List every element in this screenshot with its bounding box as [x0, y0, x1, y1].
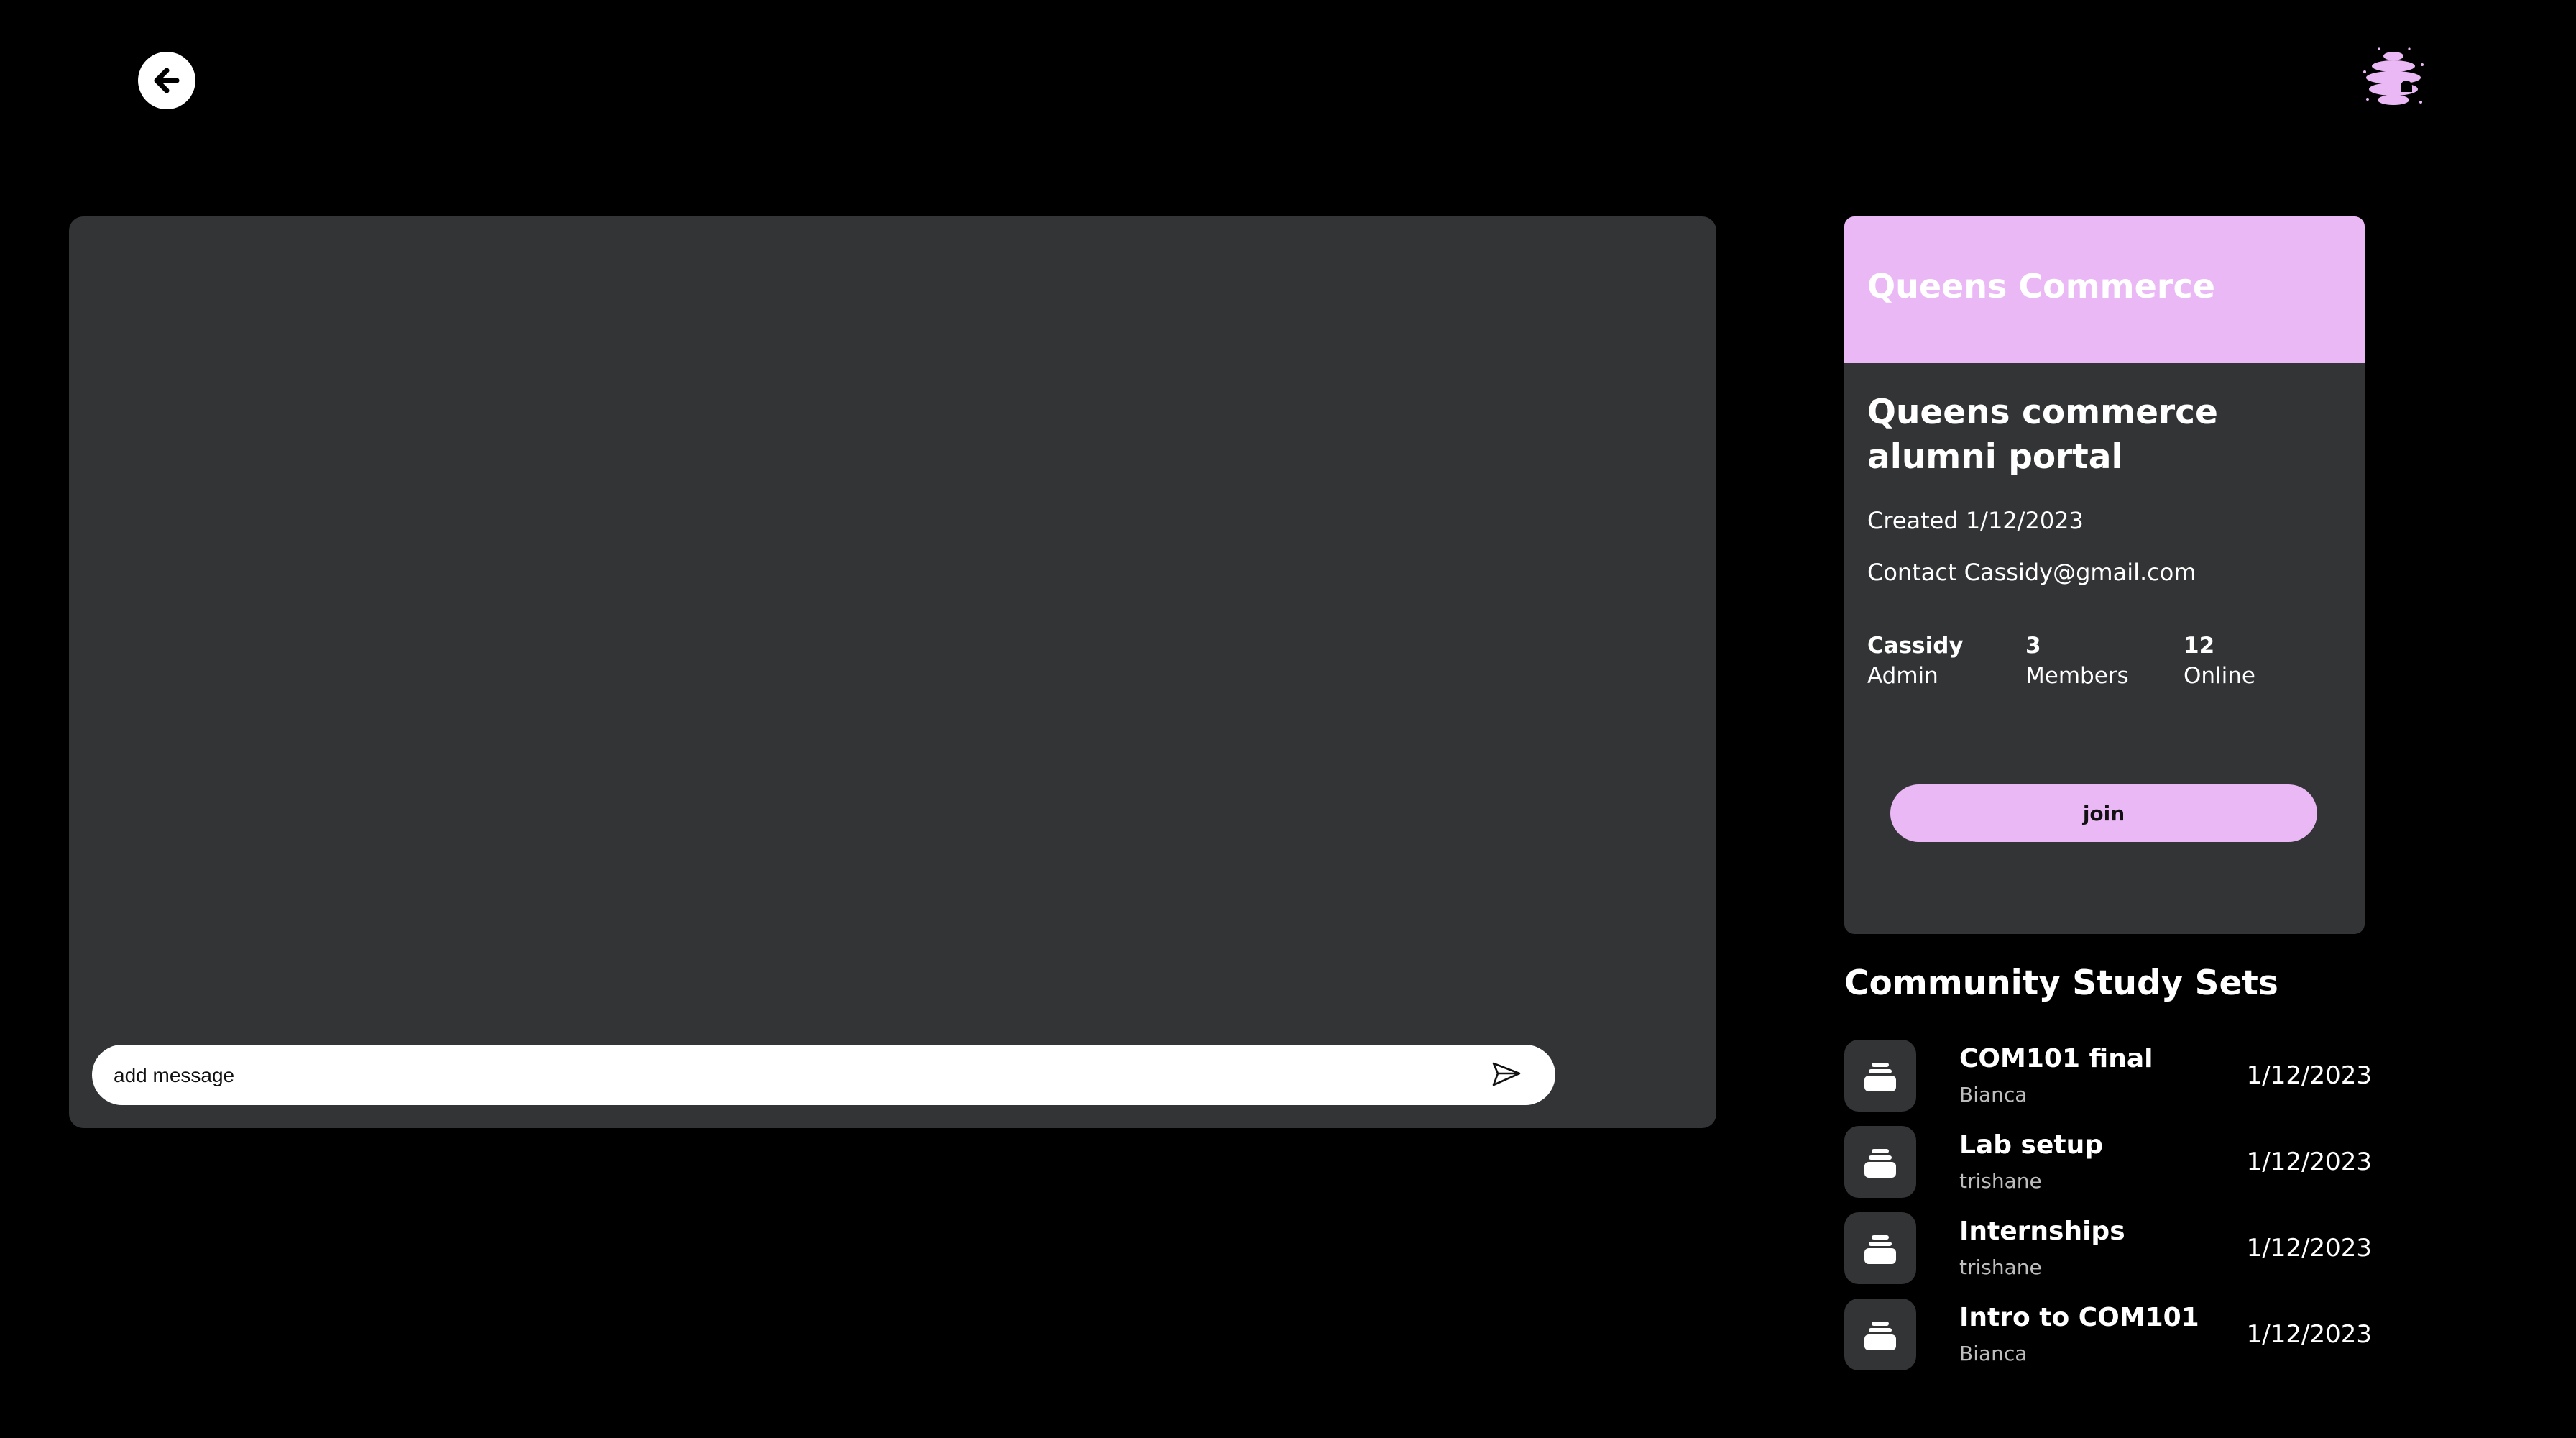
- back-button[interactable]: [138, 52, 196, 109]
- community-card: Queens Commerce Queens commerce alumni p…: [1844, 216, 2365, 934]
- card-stack-icon: [1864, 1063, 1896, 1091]
- stat-members: 3 Members: [2025, 631, 2129, 691]
- study-set-icon-tile: [1844, 1212, 1916, 1284]
- stat-admin: Cassidy Admin: [1867, 631, 1964, 691]
- chat-panel: [69, 216, 1716, 1128]
- study-set-icon-tile: [1844, 1040, 1916, 1112]
- study-set-item[interactable]: Intro to COM101 Bianca 1/12/2023: [1844, 1299, 2372, 1370]
- study-set-date: 1/12/2023: [2246, 1320, 2372, 1349]
- stat-label: Online: [2184, 663, 2255, 689]
- study-set-author: trishane: [1959, 1169, 2042, 1193]
- stat-label: Admin: [1867, 663, 1938, 689]
- study-set-author: Bianca: [1959, 1342, 2028, 1365]
- study-sets-heading: Community Study Sets: [1844, 963, 2278, 1003]
- stat-value: 12: [2184, 633, 2215, 659]
- study-set-date: 1/12/2023: [2246, 1061, 2372, 1090]
- study-set-item[interactable]: Lab setup trishane 1/12/2023: [1844, 1126, 2372, 1198]
- community-banner-title: Queens Commerce: [1867, 267, 2215, 306]
- study-set-name: COM101 final: [1959, 1044, 2153, 1073]
- stat-value: 3: [2025, 633, 2041, 659]
- created-date: Created 1/12/2023: [1867, 507, 2084, 534]
- contact-email: Contact Cassidy@gmail.com: [1867, 559, 2196, 586]
- study-set-date: 1/12/2023: [2246, 1234, 2372, 1263]
- study-set-icon-tile: [1844, 1126, 1916, 1198]
- study-set-item[interactable]: Internships trishane 1/12/2023: [1844, 1212, 2372, 1284]
- study-set-item[interactable]: COM101 final Bianca 1/12/2023: [1844, 1040, 2372, 1112]
- message-input[interactable]: [112, 1045, 1481, 1107]
- card-stack-icon: [1864, 1149, 1896, 1178]
- study-set-icon-tile: [1844, 1299, 1916, 1370]
- card-stack-icon: [1864, 1235, 1896, 1264]
- study-set-name: Internships: [1959, 1217, 2125, 1246]
- send-icon: [1492, 1062, 1521, 1086]
- card-stack-icon: [1864, 1322, 1896, 1350]
- message-bar: [92, 1045, 1555, 1107]
- community-banner: Queens Commerce: [1844, 216, 2365, 363]
- stat-label: Members: [2025, 663, 2129, 689]
- study-set-date: 1/12/2023: [2246, 1148, 2372, 1176]
- join-button[interactable]: join: [1890, 784, 2317, 842]
- arrow-left-icon: [154, 68, 180, 93]
- study-set-name: Lab setup: [1959, 1130, 2103, 1160]
- community-name: Queens commerce alumni portal: [1867, 393, 2218, 477]
- send-button[interactable]: [1485, 1053, 1528, 1096]
- study-set-author: Bianca: [1959, 1083, 2028, 1107]
- stat-value: Cassidy: [1867, 633, 1964, 659]
- stat-online: 12 Online: [2184, 631, 2255, 691]
- study-set-name: Intro to COM101: [1959, 1303, 2199, 1332]
- study-set-author: trishane: [1959, 1255, 2042, 1279]
- beehive-logo-icon[interactable]: [2358, 43, 2429, 115]
